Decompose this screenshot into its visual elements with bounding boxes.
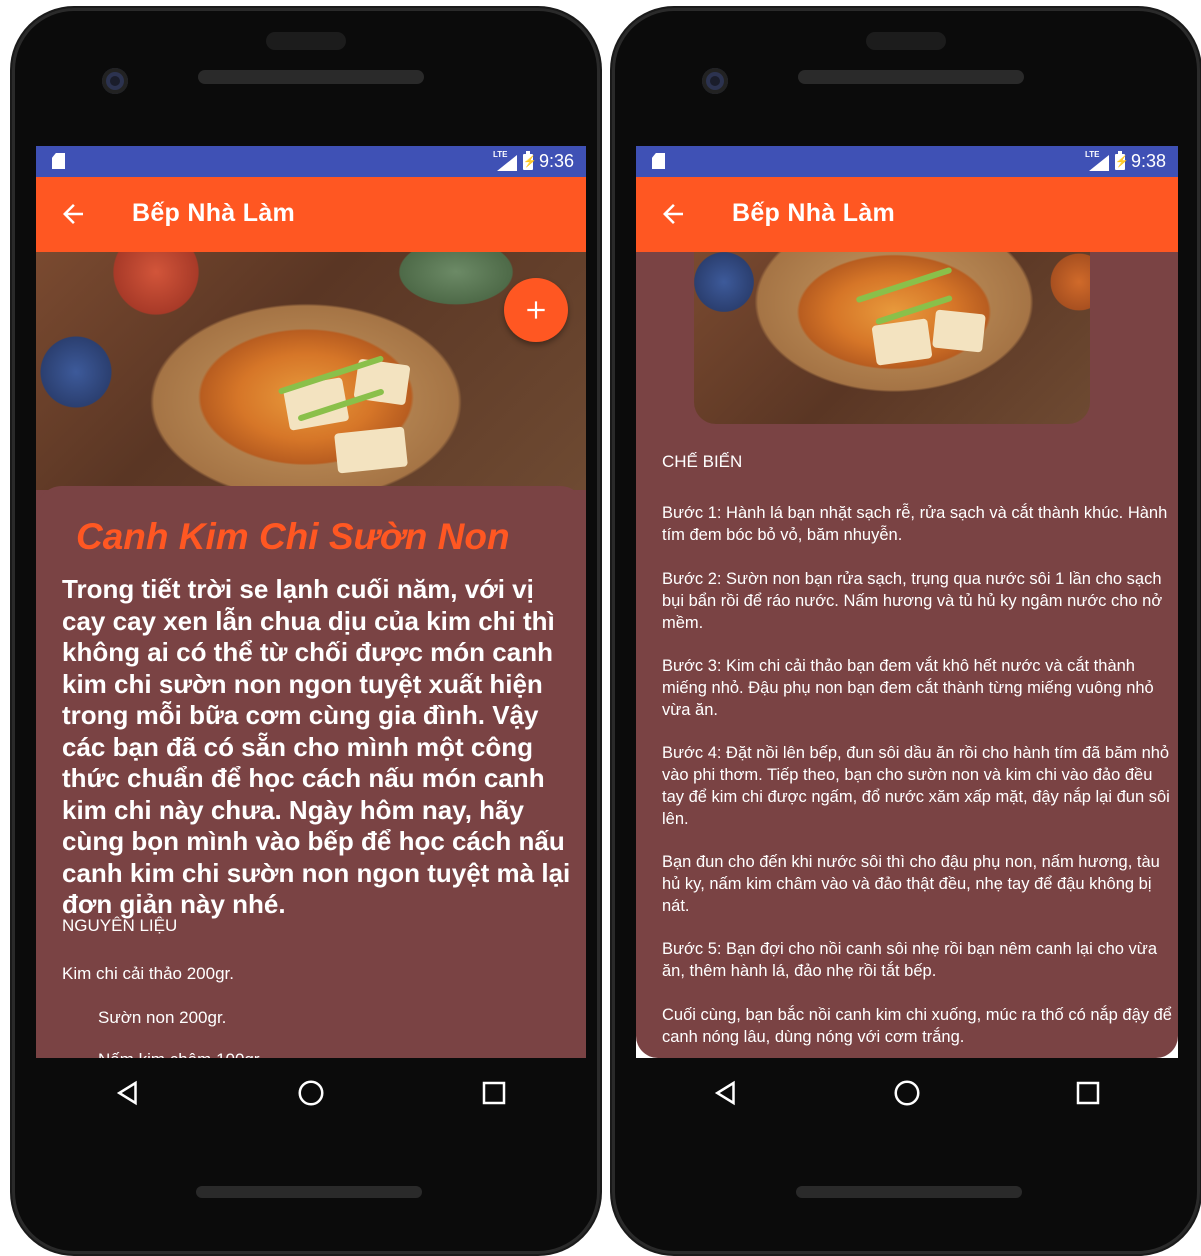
nav-back-button[interactable] (103, 1068, 153, 1118)
sd-card-icon (52, 153, 65, 169)
nav-recents-button[interactable] (1063, 1068, 1113, 1118)
phone-frame-left: LTE 9:36 Bếp Nhà Làm Canh Kim Chi Sườn N… (12, 8, 600, 1254)
earpiece-speaker (798, 70, 1024, 84)
screen-right: LTE 9:38 Bếp Nhà Làm CHẾ BIẾN Bước 1: Hà… (636, 146, 1178, 1058)
status-time: 9:38 (1130, 151, 1166, 171)
method-heading: CHẾ BIẾN (662, 452, 743, 471)
ingredient-item: Kim chi cải thảo 200gr. (62, 964, 234, 983)
back-arrow-icon[interactable] (58, 199, 88, 229)
ingredient-item: Nấm kim châm 100gr (98, 1050, 260, 1058)
system-nav-bar (636, 1058, 1178, 1128)
battery-charging-icon (1114, 150, 1129, 170)
system-nav-bar (36, 1058, 586, 1128)
nav-home-button[interactable] (286, 1068, 336, 1118)
method-step: Bước 3: Kim chi cải thảo bạn đem vắt khô… (662, 657, 1154, 719)
bottom-speaker (796, 1186, 1022, 1198)
triangle-back-icon (116, 1080, 137, 1106)
status-bar: LTE 9:36 (36, 146, 586, 177)
nav-recents-button[interactable] (469, 1068, 519, 1118)
method-step: Bước 4: Đặt nồi lên bếp, đun sôi dầu ăn … (662, 744, 1170, 828)
app-title: Bếp Nhà Làm (132, 199, 296, 227)
triangle-back-icon (715, 1080, 736, 1106)
sd-card-icon (652, 153, 665, 169)
recipe-photo (694, 252, 1090, 424)
status-bar: LTE 9:38 (636, 146, 1178, 177)
circle-home-icon (298, 1080, 324, 1106)
phone-frame-right: LTE 9:38 Bếp Nhà Làm CHẾ BIẾN Bước 1: Hà… (612, 8, 1200, 1254)
top-notch (266, 32, 346, 50)
method-step: Bạn đun cho đến khi nước sôi thì cho đậu… (662, 853, 1160, 915)
recipe-photo (36, 252, 586, 490)
method-step: Bước 5: Bạn đợi cho nồi canh sôi nhẹ rồi… (662, 940, 1158, 980)
square-recents-icon (1076, 1081, 1099, 1105)
bottom-speaker (196, 1186, 422, 1198)
front-camera (702, 68, 728, 94)
app-bar: Bếp Nhà Làm (636, 177, 1178, 252)
method-step: Cuối cùng, bạn bắc nồi canh kim chi xuốn… (662, 1006, 1172, 1046)
lte-signal-icon: LTE (1085, 150, 1109, 171)
add-fab-button[interactable] (504, 278, 568, 342)
front-camera (102, 68, 128, 94)
plus-icon (527, 301, 545, 319)
top-notch (866, 32, 946, 50)
square-recents-icon (483, 1081, 506, 1105)
nav-home-button[interactable] (882, 1068, 932, 1118)
method-step: Bước 2: Sườn non bạn rửa sạch, trụng qua… (662, 570, 1163, 632)
screen-left: LTE 9:36 Bếp Nhà Làm Canh Kim Chi Sườn N… (36, 146, 586, 1058)
lte-signal-icon: LTE (493, 150, 517, 171)
recipe-title: Canh Kim Chi Sườn Non (76, 516, 510, 557)
method-step: Bước 1: Hành lá bạn nhặt sạch rễ, rửa sạ… (662, 504, 1168, 544)
status-time: 9:36 (538, 151, 574, 171)
app-bar: Bếp Nhà Làm (36, 177, 586, 252)
app-title: Bếp Nhà Làm (732, 199, 896, 227)
recipe-card: Canh Kim Chi Sườn Non Trong tiết trời se… (36, 486, 586, 1058)
recipe-steps-card: CHẾ BIẾN Bước 1: Hành lá bạn nhặt sạch r… (636, 252, 1178, 1058)
recipe-intro: Trong tiết trời se lạnh cuối năm, với vị… (62, 574, 571, 919)
battery-charging-icon (522, 150, 537, 170)
circle-home-icon (894, 1080, 920, 1106)
ingredients-heading: NGUYÊN LIỆU (62, 916, 178, 935)
back-arrow-icon[interactable] (658, 199, 688, 229)
nav-back-button[interactable] (701, 1068, 751, 1118)
ingredient-item: Sườn non 200gr. (98, 1008, 227, 1027)
earpiece-speaker (198, 70, 424, 84)
